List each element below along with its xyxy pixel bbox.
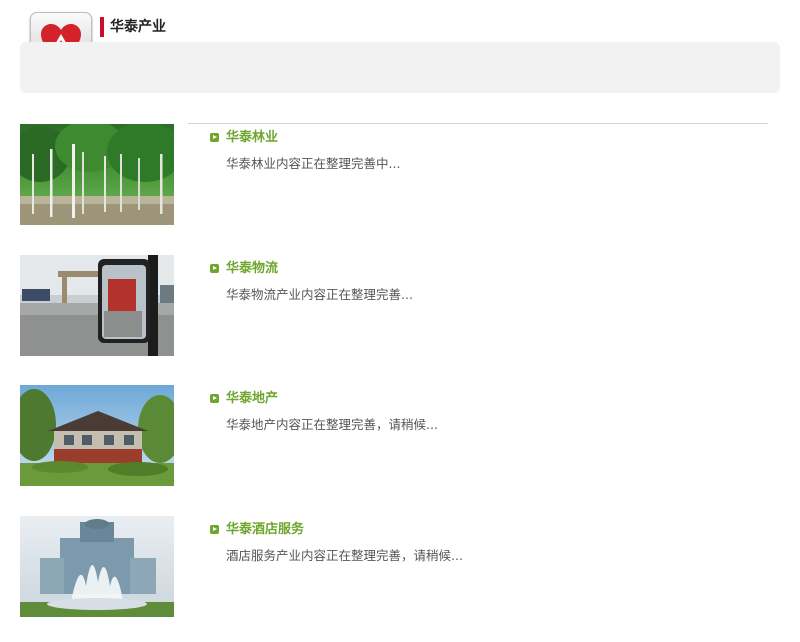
item-description: 华泰物流产业内容正在整理完善... (226, 287, 413, 302)
item-description: 华泰地产内容正在整理完善，请稍候... (226, 417, 438, 432)
bullet-arrow-icon (210, 133, 219, 142)
item-title[interactable]: 华泰地产 (226, 390, 278, 408)
forest-photo[interactable] (20, 124, 174, 225)
list-item: 华泰物流 华泰物流产业内容正在整理完善... (20, 255, 780, 356)
bullet-arrow-icon (210, 525, 219, 534)
page-header: 华泰产业 (0, 0, 800, 100)
item-description: 华泰林业内容正在整理完善中... (226, 156, 401, 171)
bullet-arrow-icon (210, 394, 219, 403)
truck-mirror-photo[interactable] (20, 255, 174, 356)
bullet-arrow-icon (210, 264, 219, 273)
list-item: 华泰地产 华泰地产内容正在整理完善，请稍候... (20, 385, 780, 486)
item-title[interactable]: 华泰林业 (226, 129, 278, 147)
page-title: 华泰产业 (110, 19, 166, 35)
title-accent-bar (100, 17, 104, 37)
list-item: 华泰林业 华泰林业内容正在整理完善中... (20, 124, 780, 225)
hotel-fountain-photo[interactable] (20, 516, 174, 617)
header-banner (20, 42, 780, 93)
item-title[interactable]: 华泰酒店服务 (226, 521, 304, 539)
list-item: 华泰酒店服务 酒店服务产业内容正在整理完善，请稍候... (20, 516, 780, 617)
item-title[interactable]: 华泰物流 (226, 260, 278, 278)
villa-photo[interactable] (20, 385, 174, 486)
item-description: 酒店服务产业内容正在整理完善，请稍候... (226, 548, 463, 563)
